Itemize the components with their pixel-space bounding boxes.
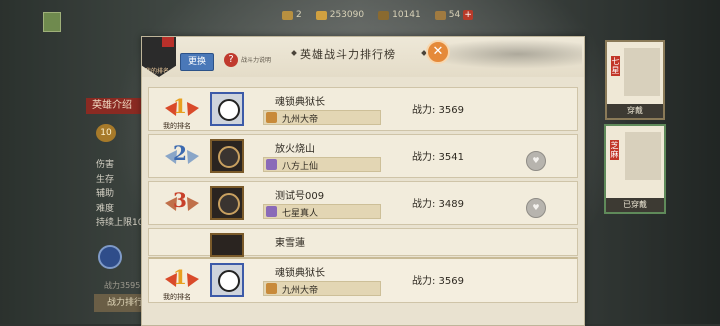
close-button[interactable]: ✕ (426, 40, 450, 64)
stat-label: 难度 (96, 203, 115, 214)
player-name: 東雪蓮 (275, 238, 305, 249)
switch-button[interactable]: 更换 (180, 53, 214, 71)
hero-portrait (625, 132, 661, 180)
resource-value: 2 (296, 10, 302, 20)
add-resource-button[interactable]: + (463, 10, 474, 20)
player-name: 测试号009 (275, 191, 325, 202)
hero-skin-card[interactable]: 七星 穿戴 (605, 40, 665, 120)
guild-icon (266, 206, 277, 217)
resource-coins: 253090 (315, 10, 365, 20)
card-status: 已穿戴 (606, 198, 664, 212)
like-button[interactable]: ♥ (526, 151, 546, 171)
stat-label: 伤害 (96, 160, 115, 170)
guild-name: 七星真人 (282, 209, 319, 219)
rank-caption: 我的排名 (163, 122, 191, 130)
skill-icon[interactable] (98, 245, 122, 269)
rank-number: 2 (173, 141, 187, 165)
like-button[interactable]: ♥ (526, 198, 546, 218)
player-avatar[interactable] (210, 186, 244, 220)
ranking-row[interactable]: 3 测试号009 七星真人 战力: 3489 ♥ (148, 181, 578, 225)
rank-emblem-icon: 我的排名 (142, 37, 176, 77)
emblem-label: 我的排名 (145, 68, 170, 75)
hero-face-icon (218, 193, 240, 215)
flag-icon (162, 37, 174, 47)
help-icon[interactable]: ? (224, 53, 238, 67)
power-value: 战力: 3489 (412, 199, 464, 210)
resource-energy: 54 + (434, 10, 474, 20)
player-name: 魂锁典狱长 (275, 97, 325, 108)
ranking-row[interactable]: 1 我的排名 魂锁典狱长 九州大帝 战力: 3569 (148, 87, 578, 131)
power-value: 战力: 3541 (412, 152, 464, 163)
player-name: 魂锁典狱长 (275, 268, 325, 279)
hero-skin-card[interactable]: 芝麻 已穿戴 (604, 124, 666, 214)
coin-icon (315, 10, 327, 20)
gem-icon (378, 10, 390, 20)
guild-icon (266, 159, 277, 170)
rank-number: 1 (173, 265, 187, 289)
power-help-link[interactable]: 战斗力说明 (241, 55, 271, 64)
hero-level-badge: 10 (96, 124, 116, 142)
player-avatar[interactable] (210, 92, 244, 126)
hero-power-label: 战力3595 (104, 281, 141, 290)
resource-value: 253090 (329, 10, 365, 20)
resource-stamina: 2 (282, 10, 302, 20)
resource-bar: 2 253090 10141 54 + (282, 7, 474, 23)
hero-face-icon (218, 270, 240, 292)
my-rank-row: 1 我的排名 魂锁典狱长 九州大帝 战力: 3569 (148, 257, 578, 303)
player-avatar[interactable] (210, 263, 244, 297)
guild-name: 八方上仙 (282, 162, 319, 172)
ranking-row[interactable]: 2 放火烧山 八方上仙 战力: 3541 ♥ (148, 134, 578, 178)
guild-tag: 九州大帝 (263, 281, 381, 296)
stat-label: 持续上限10 (96, 218, 144, 228)
panel-header: 我的排名 更换 ? 战斗力说明 英雄战斗力排行榜 (142, 37, 584, 77)
rank-number: 3 (173, 188, 187, 212)
hero-face-icon (218, 146, 240, 168)
energy-icon (434, 10, 446, 20)
resource-value: 10141 (392, 10, 421, 20)
guild-tag: 八方上仙 (263, 157, 381, 172)
panel-title: 英雄战斗力排行榜 (300, 48, 396, 61)
guild-tag: 七星真人 (263, 204, 381, 219)
player-avatar[interactable] (210, 233, 244, 257)
hero-stats-list: 伤害 生存 辅助 难度 持续上限10 (96, 158, 143, 231)
title-ornament-icon (291, 50, 297, 56)
ranking-panel: 我的排名 更换 ? 战斗力说明 英雄战斗力排行榜 1 我的排名 魂锁典狱长 九州… (141, 36, 585, 326)
resource-value: 54 (448, 10, 461, 20)
power-value: 战力: 3569 (412, 105, 464, 116)
guild-tag: 九州大帝 (263, 110, 381, 125)
guild-icon (266, 283, 277, 294)
power-value: 战力: 3569 (412, 276, 464, 287)
rank-caption: 我的排名 (163, 293, 191, 301)
stat-label: 生存 (96, 174, 115, 185)
card-status: 穿戴 (607, 104, 663, 118)
resource-gems: 10141 (378, 10, 421, 20)
guild-name: 九州大帝 (282, 115, 319, 125)
guild-icon (266, 112, 277, 123)
card-name: 七星 (611, 56, 620, 76)
stat-label: 辅助 (96, 189, 115, 199)
card-name: 芝麻 (610, 140, 619, 160)
back-icon[interactable] (43, 12, 61, 32)
player-avatar[interactable] (210, 139, 244, 173)
ranking-row[interactable]: 東雪蓮 (148, 228, 578, 257)
guild-name: 九州大帝 (282, 286, 319, 296)
rank-number: 1 (173, 94, 187, 118)
stamina-icon (282, 10, 293, 20)
player-name: 放火烧山 (275, 144, 315, 155)
hero-portrait (624, 48, 660, 96)
hero-face-icon (218, 99, 240, 121)
